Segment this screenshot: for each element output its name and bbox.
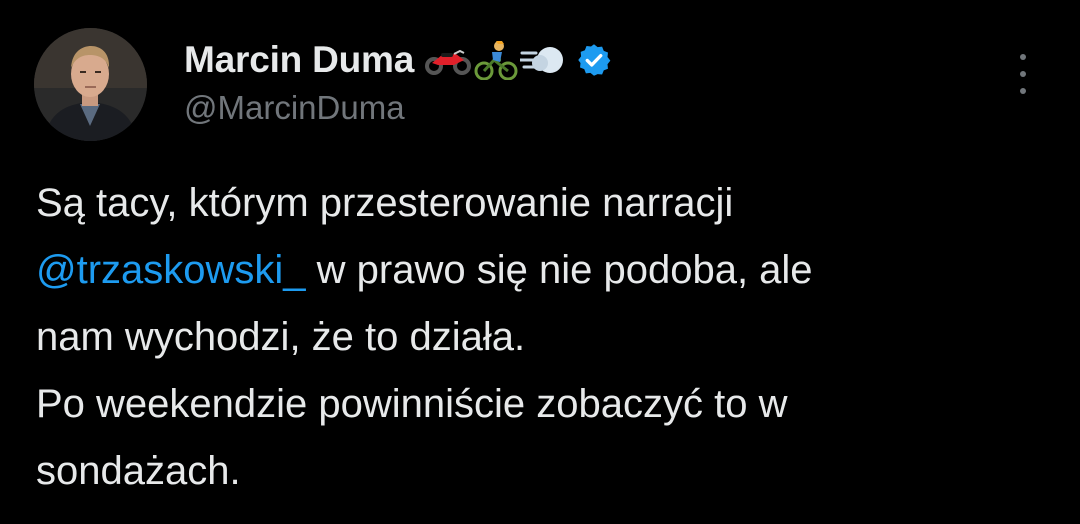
name-emojis <box>424 40 568 80</box>
avatar-image <box>34 28 147 141</box>
more-dot <box>1020 54 1026 60</box>
motorcycle-emoji <box>424 45 472 75</box>
tweet-line-1: Są tacy, którym przesterowanie narracji <box>36 181 734 225</box>
tweet-line-5: sondażach. <box>36 449 241 493</box>
author-name-row: Marcin Duma <box>184 36 612 84</box>
author-handle[interactable]: @MarcinDuma <box>184 84 405 132</box>
tweet-card: Marcin Duma @MarcinDuma Są tacy, którym … <box>0 0 1080 524</box>
mention-link[interactable]: @trzaskowski_ <box>36 248 306 292</box>
cyclist-emoji <box>474 40 518 80</box>
tweet-line-4: Po weekendzie powinniście zobaczyć to w <box>36 382 788 426</box>
author-display-name[interactable]: Marcin Duma <box>184 36 414 84</box>
more-dot <box>1020 71 1026 77</box>
avatar[interactable] <box>34 28 147 141</box>
tweet-text: Są tacy, którym przesterowanie narracji … <box>36 170 1056 505</box>
dash-emoji <box>520 43 566 77</box>
tweet-line-3: nam wychodzi, że to działa. <box>36 315 526 359</box>
more-vertical-icon[interactable] <box>1014 54 1032 94</box>
verified-badge-icon <box>576 42 612 78</box>
tweet-line-2: @trzaskowski_ w prawo się nie podoba, al… <box>36 237 1056 304</box>
more-dot <box>1020 88 1026 94</box>
tweet-line-2-text: w prawo się nie podoba, ale <box>305 248 813 292</box>
